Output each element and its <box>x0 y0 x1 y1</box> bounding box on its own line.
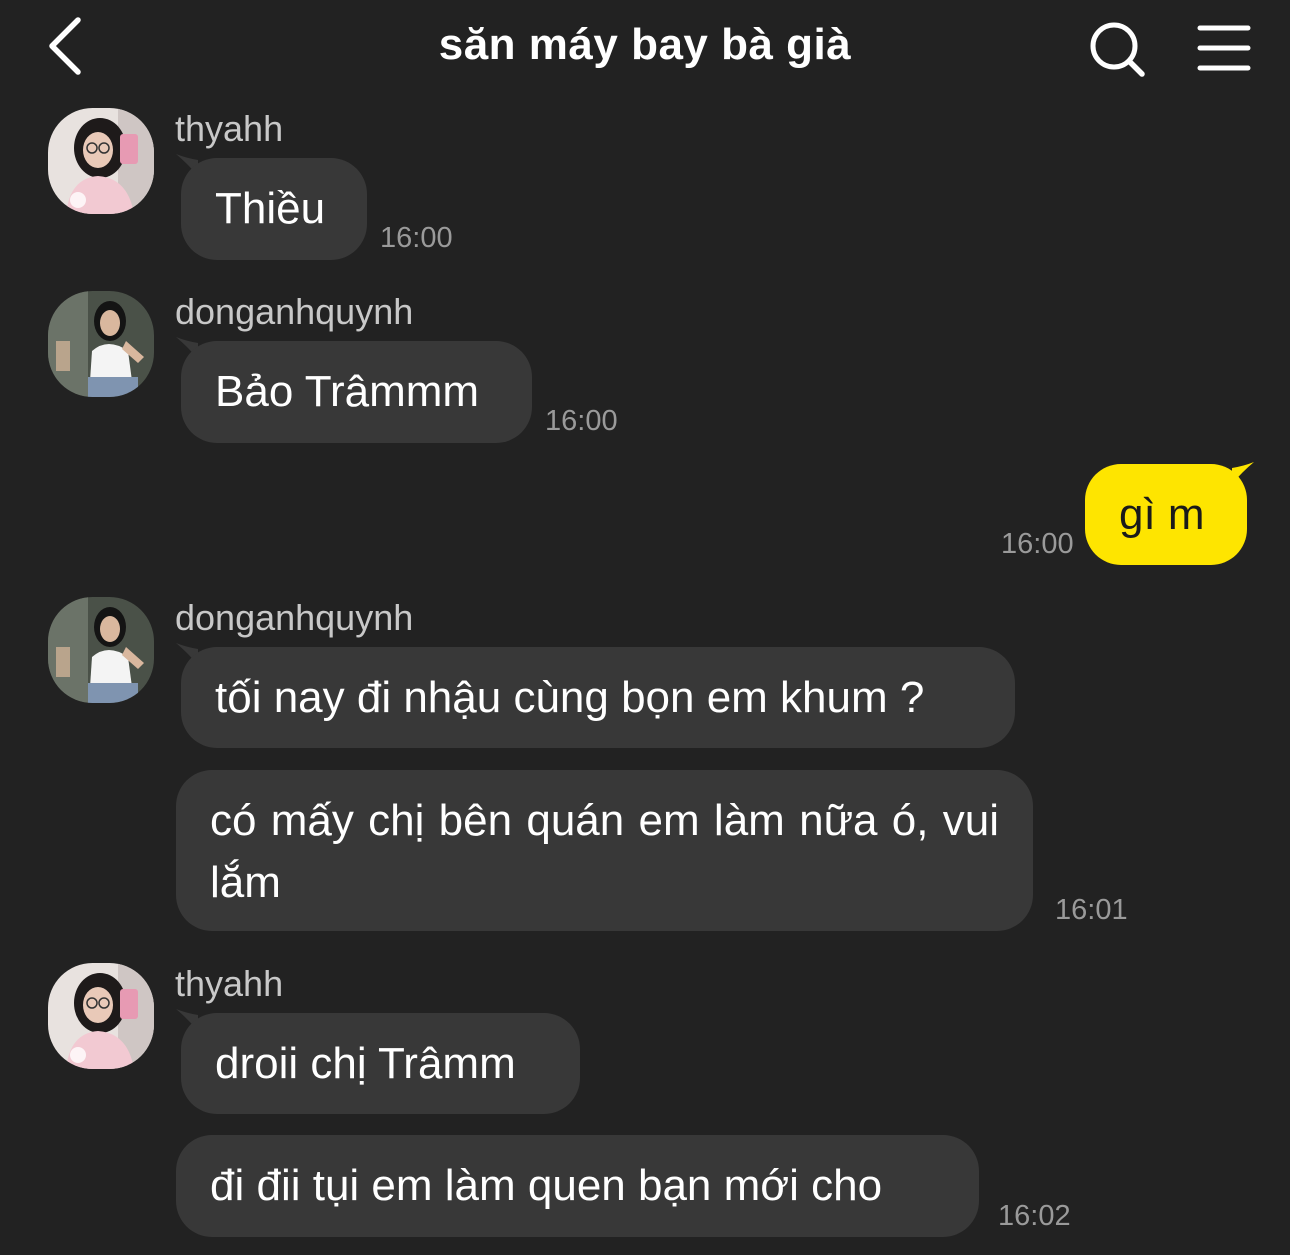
avatar-thyahh[interactable] <box>48 108 154 214</box>
search-icon <box>1090 22 1145 77</box>
message-time: 16:00 <box>1001 528 1074 560</box>
menu-icon <box>1197 25 1251 71</box>
back-button[interactable] <box>38 14 98 78</box>
message-bubble[interactable]: droii chị Trâmm <box>181 1013 580 1114</box>
sender-name: donganhquynh <box>175 291 414 332</box>
chat-header: săn máy bay bà già <box>0 0 1290 96</box>
message-time: 16:01 <box>1055 894 1128 926</box>
avatar-donganhquynh[interactable] <box>48 291 154 397</box>
my-message-bubble[interactable]: gì m <box>1085 464 1247 565</box>
message-bubble[interactable]: có mấy chị bên quán em làm nữa ó, vui lắ… <box>176 770 1033 931</box>
avatar-thyahh[interactable] <box>48 963 154 1069</box>
message-bubble[interactable]: Bảo Trâmmm <box>181 341 532 443</box>
message-time: 16:00 <box>545 405 618 437</box>
sender-name: thyahh <box>175 108 284 149</box>
bubble-tail <box>1232 462 1254 484</box>
message-bubble[interactable]: đi đii tụi em làm quen bạn mới cho <box>176 1135 979 1237</box>
menu-button[interactable] <box>1194 22 1254 74</box>
message-bubble[interactable]: Thiều <box>181 158 367 260</box>
chevron-left-icon <box>49 17 81 75</box>
message-bubble[interactable]: tối nay đi nhậu cùng bọn em khum ? <box>181 647 1015 748</box>
sender-name: donganhquynh <box>175 597 414 638</box>
sender-name: thyahh <box>175 963 284 1004</box>
message-time: 16:00 <box>380 222 453 254</box>
search-button[interactable] <box>1084 18 1150 80</box>
avatar-donganhquynh[interactable] <box>48 597 154 703</box>
message-time: 16:02 <box>998 1200 1071 1232</box>
